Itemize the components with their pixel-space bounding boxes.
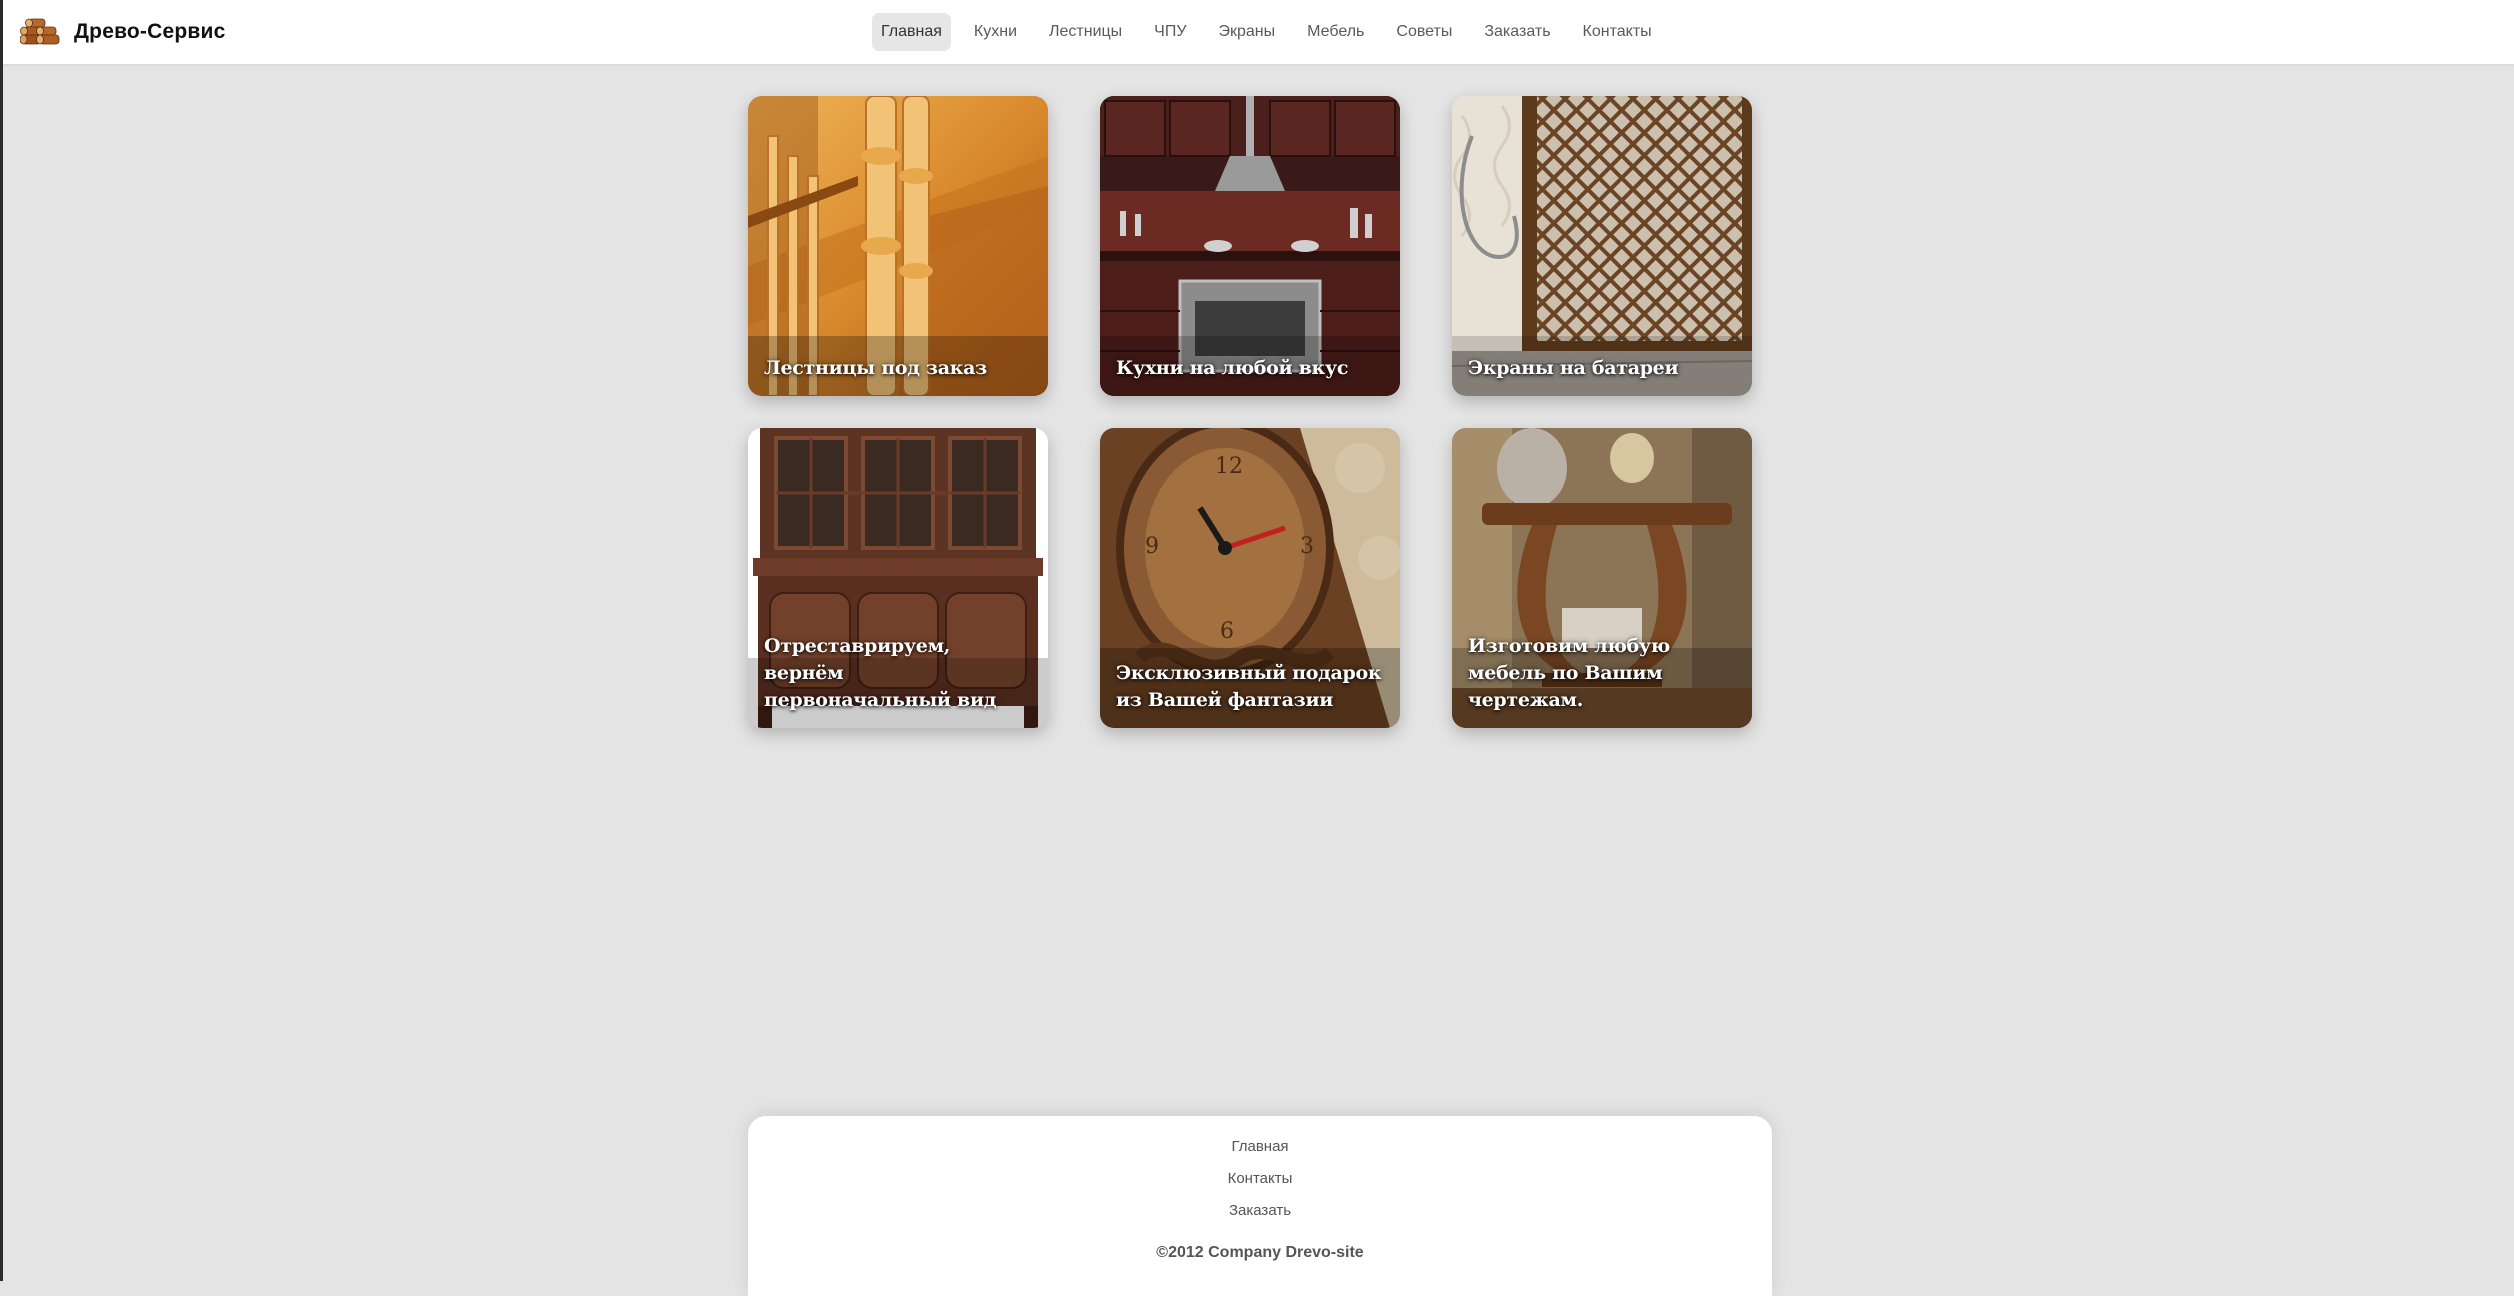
nav-item-contacts[interactable]: Контакты	[1574, 13, 1661, 51]
card-furniture[interactable]: Изготовим любую мебель по Вашим чертежам…	[1452, 428, 1752, 728]
card-caption: Отреставрируем, вернём первоначальный ви…	[764, 635, 997, 711]
window-left-edge	[0, 0, 3, 1281]
radiator-screen-photo	[1452, 96, 1752, 396]
service-card-grid: Лестницы под заказ Кухни на любой вкус Э…	[748, 96, 1752, 728]
card-caption: Экраны на батареи	[1468, 357, 1679, 379]
nav-item-stairs[interactable]: Лестницы	[1040, 13, 1131, 51]
footer-link-order[interactable]: Заказать	[1229, 1200, 1291, 1222]
nav-item-screens[interactable]: Экраны	[1210, 13, 1285, 51]
copyright-text: ©2012 Company Drevo-site	[1156, 1244, 1364, 1261]
footer-link-contacts[interactable]: Контакты	[1228, 1168, 1293, 1190]
main-nav: Главная Кухни Лестницы ЧПУ Экраны Мебель…	[872, 10, 1675, 54]
svg-text:9: 9	[1145, 534, 1159, 559]
card-caption: Изготовим любую мебель по Вашим чертежам…	[1468, 635, 1670, 711]
page-footer: Главная Контакты Заказать ©2012 Company …	[748, 1116, 1772, 1296]
wooden-staircase-photo	[748, 96, 1048, 396]
card-caption: Кухни на любой вкус	[1116, 357, 1349, 379]
svg-text:12: 12	[1215, 454, 1243, 479]
nav-item-cnc[interactable]: ЧПУ	[1145, 13, 1195, 51]
brand-name: Древо-Сервис	[74, 20, 226, 43]
card-screens[interactable]: Экраны на батареи	[1452, 96, 1752, 396]
card-restoration[interactable]: Отреставрируем, вернём первоначальный ви…	[748, 428, 1048, 728]
stacked-logs-icon	[20, 18, 60, 45]
card-stairs[interactable]: Лестницы под заказ	[748, 96, 1048, 396]
footer-link-home[interactable]: Главная	[1231, 1136, 1288, 1158]
footer-links: Главная Контакты Заказать	[748, 1136, 1772, 1222]
nav-item-furniture[interactable]: Мебель	[1298, 13, 1373, 51]
card-caption: Эксклюзивный подарок из Вашей фантазии	[1116, 662, 1382, 711]
nav-item-order[interactable]: Заказать	[1475, 13, 1559, 51]
card-gift[interactable]: 12 3 6 9 Эксклюзивный подарок из Вашей ф…	[1100, 428, 1400, 728]
nav-item-home[interactable]: Главная	[872, 13, 951, 51]
nav-item-kitchens[interactable]: Кухни	[965, 13, 1026, 51]
card-caption: Лестницы под заказ	[764, 357, 987, 379]
kitchen-photo	[1100, 96, 1400, 396]
svg-text:6: 6	[1220, 619, 1234, 644]
top-navbar: Древо-Сервис Главная Кухни Лестницы ЧПУ …	[3, 0, 2514, 64]
svg-text:3: 3	[1300, 534, 1314, 559]
nav-item-tips[interactable]: Советы	[1387, 13, 1461, 51]
card-kitchens[interactable]: Кухни на любой вкус	[1100, 96, 1400, 396]
brand-link[interactable]: Древо-Сервис	[20, 12, 226, 52]
